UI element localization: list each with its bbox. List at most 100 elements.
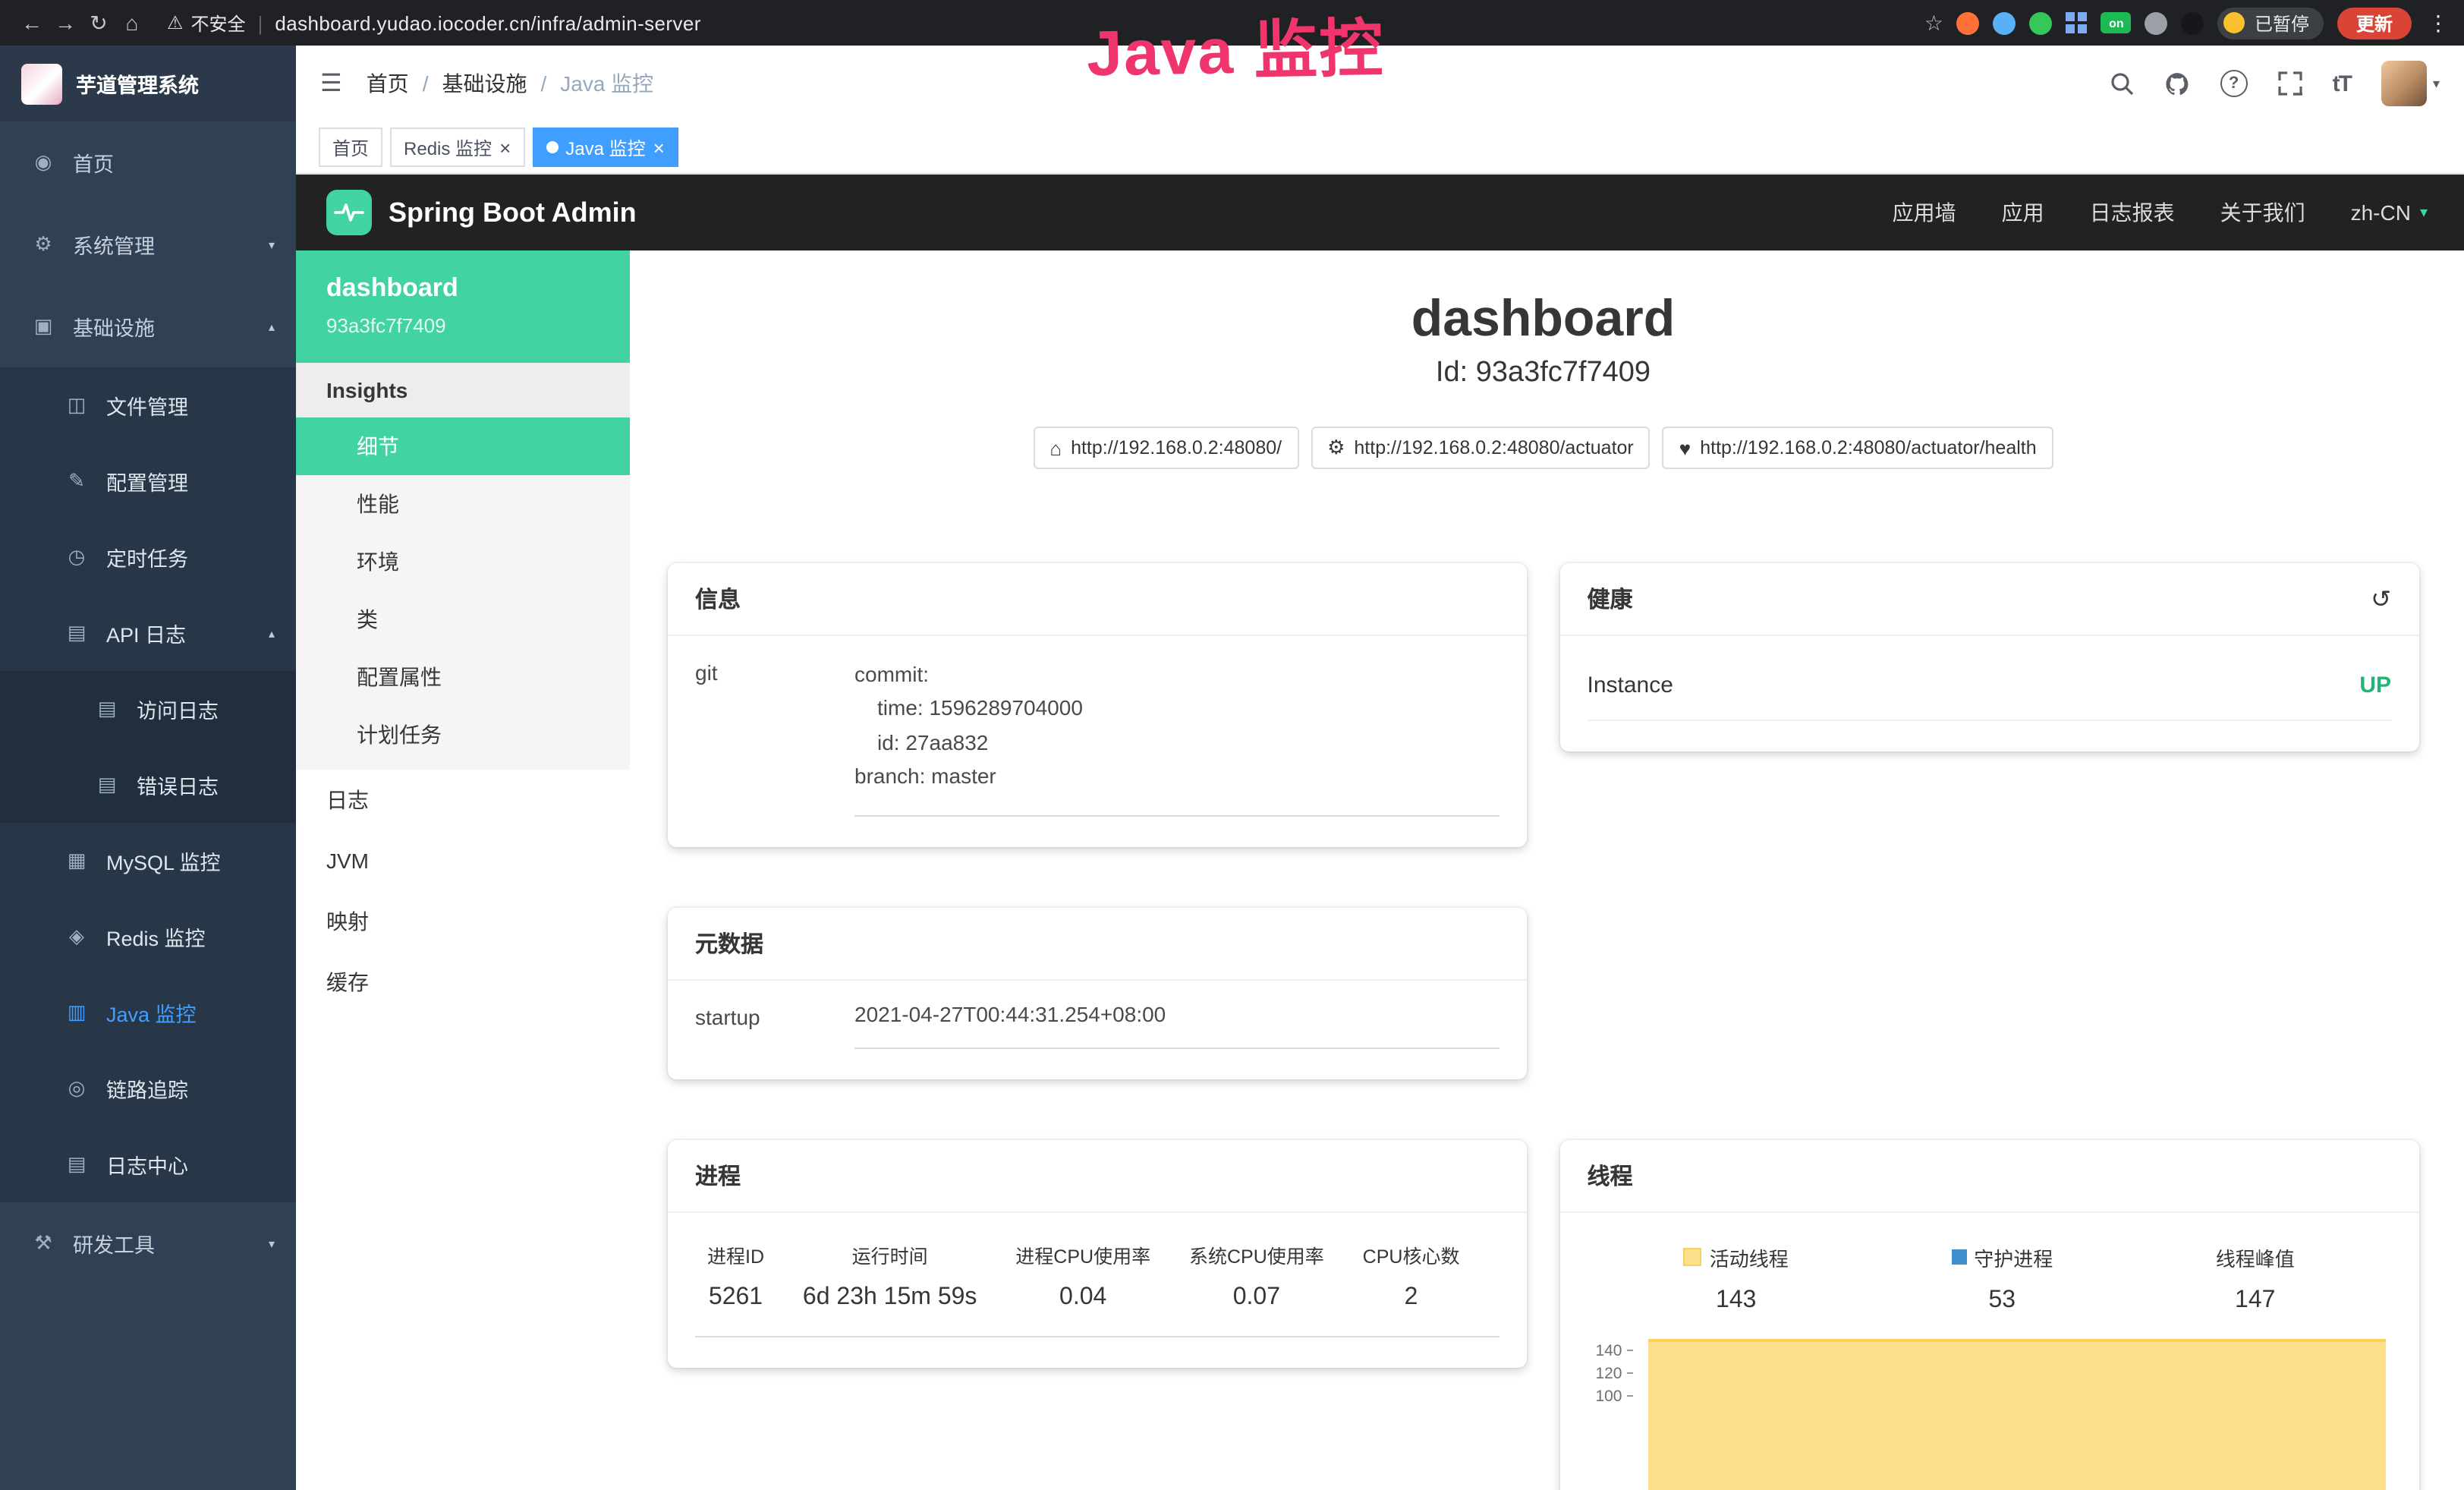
tab-home[interactable]: 首页 xyxy=(319,128,382,167)
sidebar-item-home[interactable]: ◉ 首页 xyxy=(0,121,296,203)
process-col-value: 0.04 xyxy=(1015,1284,1150,1311)
sidebar-item-mysql-monitor[interactable]: ▦ MySQL 监控 xyxy=(0,823,296,899)
link-label: http://192.168.0.2:48080/actuator xyxy=(1354,437,1633,458)
tab-redis-monitor[interactable]: Redis 监控 × xyxy=(390,128,524,167)
breadcrumb-home[interactable]: 首页 xyxy=(367,68,409,99)
close-icon[interactable]: × xyxy=(499,137,511,157)
link-label: http://192.168.0.2:48080/actuator/health xyxy=(1700,437,2036,458)
instance-title: dashboard xyxy=(668,290,2418,349)
sba-item-mappings[interactable]: 映射 xyxy=(296,891,630,952)
hamburger-icon[interactable]: ☰ xyxy=(296,68,367,99)
sidebar-item-label: MySQL 监控 xyxy=(106,846,221,876)
sidebar-item-java-monitor[interactable]: ▥ Java 监控 xyxy=(0,975,296,1051)
sidebar-item-api-log[interactable]: ▤ API 日志 ▴ xyxy=(0,595,296,671)
sidebar-item-label: 基础设施 xyxy=(73,311,155,342)
sidebar-item-file-manage[interactable]: ◫ 文件管理 xyxy=(0,367,296,443)
tab-java-monitor[interactable]: Java 监控 × xyxy=(532,128,678,167)
sba-item-classes[interactable]: 类 xyxy=(296,591,630,648)
process-pid: 进程ID 5261 xyxy=(707,1240,764,1311)
extension-fox-icon[interactable] xyxy=(1957,11,1980,34)
app-logo[interactable]: 芋道管理系统 xyxy=(0,46,296,121)
search-icon[interactable] xyxy=(2110,71,2134,96)
sba-sidebar: dashboard 93a3fc7f7409 Insights 细节 性能 环境… xyxy=(296,250,630,1490)
sba-nav-applications[interactable]: 应用 xyxy=(2002,197,2044,228)
history-icon[interactable]: ↺ xyxy=(2371,584,2391,614)
sba-item-jvm[interactable]: JVM xyxy=(296,830,630,891)
health-card-title: 健康 xyxy=(1588,583,1633,615)
extension-grid-icon[interactable] xyxy=(2066,12,2088,33)
update-button[interactable]: 更新 xyxy=(2338,7,2411,39)
sidebar-item-system[interactable]: ⚙ 系统管理 ▾ xyxy=(0,203,296,285)
sba-item-environment[interactable]: 环境 xyxy=(296,533,630,591)
tab-label: Redis 监控 xyxy=(404,134,492,160)
sidebar-item-label: 系统管理 xyxy=(73,229,155,260)
paused-badge[interactable]: 已暂停 xyxy=(2218,7,2324,39)
extension-paw-icon[interactable] xyxy=(2182,11,2204,34)
caret-down-icon: ▾ xyxy=(2433,75,2440,92)
process-uptime: 运行时间 6d 23h 15m 59s xyxy=(803,1240,977,1311)
chevron-down-icon: ▾ xyxy=(269,1236,275,1250)
actuator-url-link[interactable]: ⚙ http://192.168.0.2:48080/actuator xyxy=(1311,427,1651,469)
back-icon[interactable]: ← xyxy=(15,11,49,35)
locale-selector[interactable]: zh-CN ▾ xyxy=(2351,200,2428,225)
cards-grid: 信息 git commit: time: 1596289704000 id: 2… xyxy=(668,563,2418,1490)
sidebar-item-error-log[interactable]: ▤ 错误日志 xyxy=(0,747,296,823)
process-col-value: 0.07 xyxy=(1189,1284,1324,1311)
font-size-icon[interactable]: tT xyxy=(2333,71,2351,96)
help-icon[interactable]: ? xyxy=(2220,70,2248,97)
log-icon: ▤ xyxy=(64,1152,90,1177)
health-url-link[interactable]: ♥ http://192.168.0.2:48080/actuator/heal… xyxy=(1663,427,2053,469)
sba-nav-wall[interactable]: 应用墙 xyxy=(1893,197,1956,228)
sidebar-item-log-center[interactable]: ▤ 日志中心 xyxy=(0,1126,296,1202)
github-icon[interactable] xyxy=(2164,71,2190,96)
reload-icon[interactable]: ↻ xyxy=(82,10,115,36)
breadcrumb-separator: / xyxy=(423,71,429,96)
legend-value: 147 xyxy=(2216,1287,2295,1314)
instance-header[interactable]: dashboard 93a3fc7f7409 xyxy=(296,250,630,363)
bookmark-star-icon[interactable]: ☆ xyxy=(1924,10,1943,36)
extension-green-icon[interactable] xyxy=(2030,11,2053,34)
sba-item-details[interactable]: 细节 xyxy=(296,417,630,475)
sidebar-item-trace[interactable]: ◎ 链路追踪 xyxy=(0,1051,296,1126)
sba-item-caches[interactable]: 缓存 xyxy=(296,952,630,1013)
close-icon[interactable]: × xyxy=(653,137,665,157)
service-url-link[interactable]: ⌂ http://192.168.0.2:48080/ xyxy=(1033,427,1298,469)
info-card-title: 信息 xyxy=(668,563,1527,636)
extension-drop-icon[interactable] xyxy=(1994,11,2016,34)
sidebar-item-dev-tools[interactable]: ⚒ 研发工具 ▾ xyxy=(0,1202,296,1284)
address-bar[interactable]: dashboard.yudao.iocoder.cn/infra/admin-s… xyxy=(275,11,700,34)
legend-value: 53 xyxy=(1951,1287,2053,1314)
sba-item-configprops[interactable]: 配置属性 xyxy=(296,648,630,706)
breadcrumb-infra[interactable]: 基础设施 xyxy=(442,68,527,99)
sba-item-scheduledtasks[interactable]: 计划任务 xyxy=(296,706,630,764)
metadata-card: 元数据 startup 2021-04-27T00:44:31.254+08:0… xyxy=(668,907,1527,1079)
security-label[interactable]: 不安全 xyxy=(191,10,246,36)
sidebar-item-access-log[interactable]: ▤ 访问日志 xyxy=(0,671,296,747)
sba-body: dashboard 93a3fc7f7409 Insights 细节 性能 环境… xyxy=(296,250,2464,1490)
sidebar-item-infra[interactable]: ▣ 基础设施 ▴ xyxy=(0,285,296,367)
dashboard-icon: ◉ xyxy=(30,150,56,175)
sba-item-loggers[interactable]: 日志 xyxy=(296,770,630,830)
extension-leaf-icon[interactable] xyxy=(2145,11,2168,34)
legend-blue-swatch xyxy=(1951,1249,1966,1265)
sidebar-item-redis-monitor[interactable]: ◈ Redis 监控 xyxy=(0,899,296,975)
user-avatar[interactable]: ▾ xyxy=(2381,61,2440,106)
sba-nav-journal[interactable]: 日志报表 xyxy=(2090,197,2175,228)
forward-icon[interactable]: → xyxy=(49,11,82,35)
sba-logo-icon xyxy=(326,190,372,235)
extension-on-badge[interactable]: on xyxy=(2101,12,2132,33)
browser-menu-icon[interactable]: ⋮ xyxy=(2428,10,2449,36)
legend-daemon-threads: 守护进程 53 xyxy=(1951,1243,2053,1314)
link-label: http://192.168.0.2:48080/ xyxy=(1071,437,1282,458)
sba-brand[interactable]: Spring Boot Admin xyxy=(326,190,637,235)
sidebar-item-scheduled-job[interactable]: ◷ 定时任务 xyxy=(0,519,296,595)
home-icon[interactable]: ⌂ xyxy=(115,11,149,35)
sidebar-item-config-manage[interactable]: ✎ 配置管理 xyxy=(0,443,296,519)
fullscreen-icon[interactable] xyxy=(2278,71,2302,96)
sidebar-nav: ◉ 首页 ⚙ 系统管理 ▾ ▣ 基础设施 ▴ ◫ 文件管理 xyxy=(0,121,296,1284)
sba-item-metrics[interactable]: 性能 xyxy=(296,475,630,533)
sba-nav-about[interactable]: 关于我们 xyxy=(2220,197,2305,228)
active-dot xyxy=(546,141,558,153)
screen: ← → ↻ ⌂ ⚠ 不安全 | dashboard.yudao.iocoder.… xyxy=(0,0,2464,1490)
legend-value: 143 xyxy=(1684,1287,1789,1314)
